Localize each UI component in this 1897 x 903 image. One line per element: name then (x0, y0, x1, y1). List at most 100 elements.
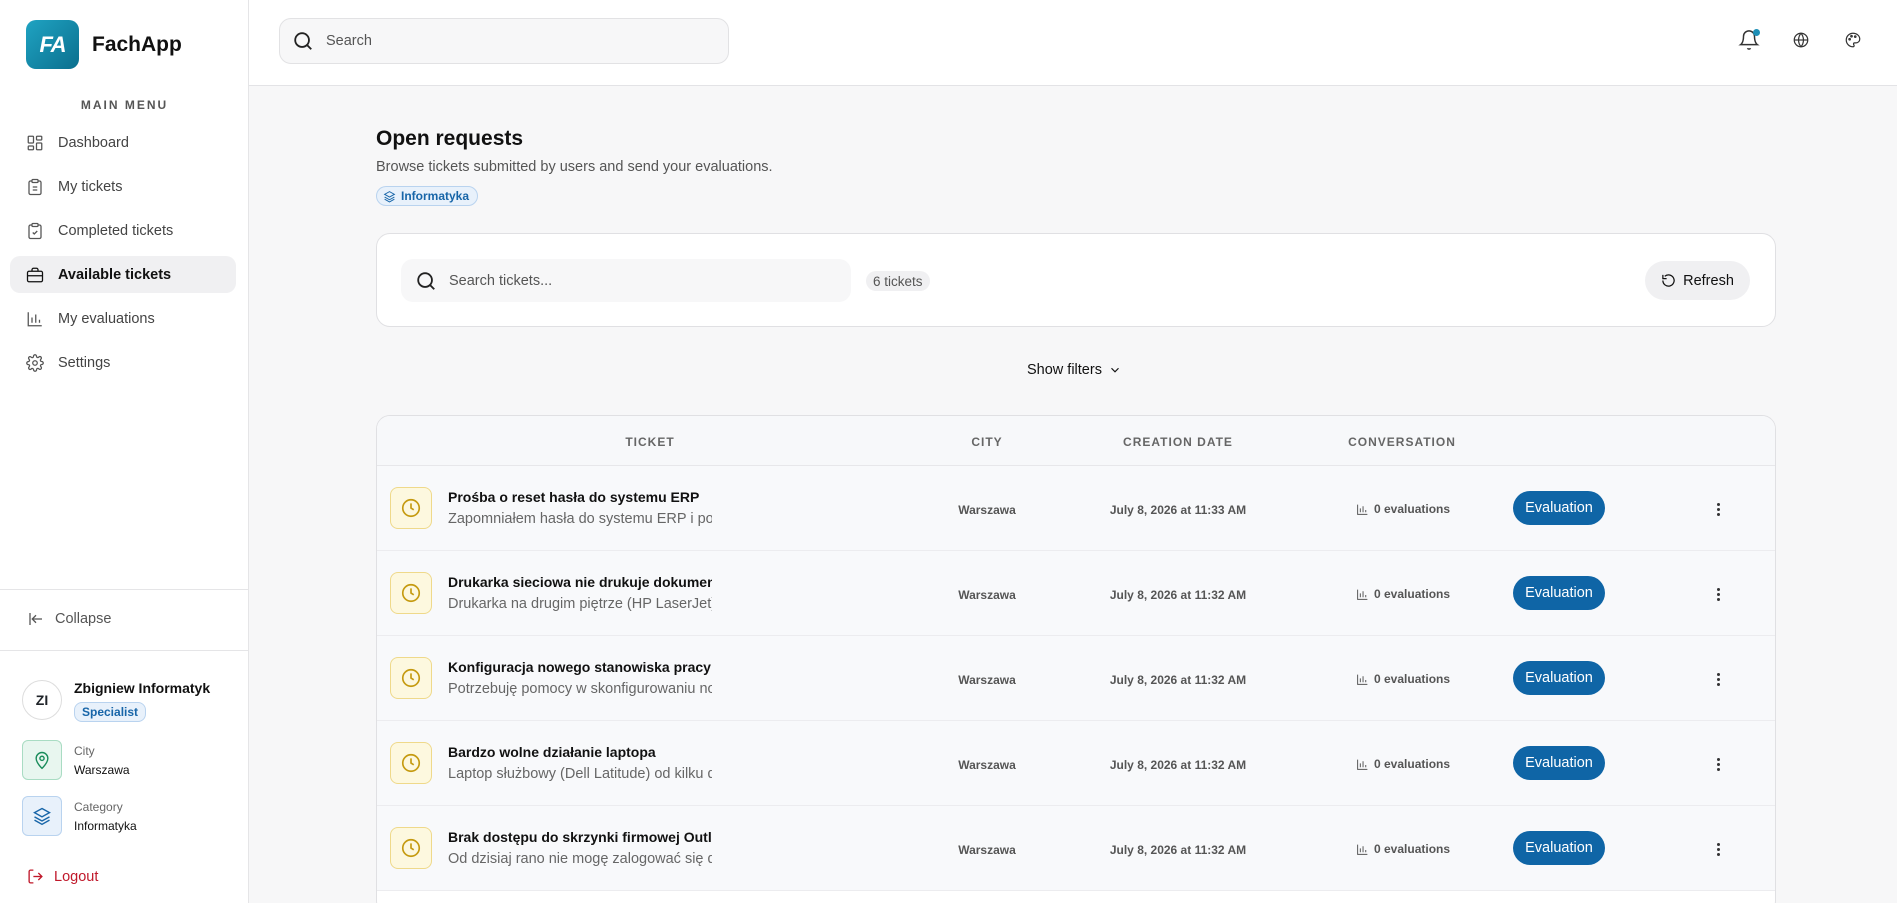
ticket-date: July 8, 2026 at 11:32 AM (1109, 673, 1247, 687)
clock-icon (390, 487, 432, 529)
brand[interactable]: FA FachApp (26, 20, 182, 69)
evaluation-button[interactable]: Evaluation (1513, 746, 1605, 780)
column-header-city[interactable]: CITY (971, 435, 1002, 449)
bar-chart-icon (1357, 844, 1368, 855)
more-options-icon[interactable] (1708, 499, 1728, 519)
page-title: Open requests (376, 127, 524, 150)
ticket-date: July 8, 2026 at 11:33 AM (1109, 503, 1247, 517)
ticket-city: Warszawa (958, 673, 1016, 687)
sidebar-item-completed-tickets[interactable]: Completed tickets (10, 212, 236, 249)
language-button[interactable] (1789, 28, 1813, 52)
collapse-button[interactable]: Collapse (27, 610, 111, 628)
sidebar: FA FachApp MAIN MENU Dashboard My ticket… (0, 0, 249, 903)
ticket-title[interactable]: Prośba o reset hasła do systemu ERP (448, 489, 712, 505)
table-row[interactable]: Konfiguracja nowego stanowiska pracy Pot… (377, 636, 1775, 721)
table-row[interactable]: Bardzo wolne działanie laptopa Laptop sł… (377, 721, 1775, 806)
evaluation-button[interactable]: Evaluation (1513, 576, 1605, 610)
bar-chart-icon (1357, 759, 1368, 770)
search-icon (417, 271, 435, 290)
more-options-icon[interactable] (1708, 669, 1728, 689)
evaluations-label: 0 evaluations (1374, 672, 1451, 686)
theme-button[interactable] (1841, 28, 1865, 52)
ticket-title[interactable]: Konfiguracja nowego stanowiska pracy (448, 659, 712, 675)
logout-button[interactable]: Logout (27, 868, 98, 885)
more-options-icon[interactable] (1708, 754, 1728, 774)
sidebar-item-my-tickets[interactable]: My tickets (10, 168, 236, 205)
more-options-icon[interactable] (1708, 584, 1728, 604)
ticket-description: Zapomniałem hasła do systemu ERP i potrz… (448, 511, 712, 527)
ticket-date: July 8, 2026 at 11:32 AM (1109, 588, 1247, 602)
clock-icon (390, 742, 432, 784)
sidebar-item-label: Completed tickets (58, 222, 174, 239)
notifications-button[interactable] (1737, 28, 1761, 52)
briefcase-icon (26, 267, 44, 282)
evaluation-button[interactable]: Evaluation (1513, 661, 1605, 695)
sidebar-item-label: Dashboard (58, 134, 129, 151)
sidebar-item-label: My evaluations (58, 310, 155, 327)
category-value: Informatyka (74, 818, 137, 833)
ticket-search-input[interactable] (449, 272, 829, 289)
more-options-icon[interactable] (1708, 839, 1728, 859)
map-pin-icon (22, 740, 62, 780)
ticket-title[interactable]: Drukarka sieciowa nie drukuje dokumentów (448, 574, 712, 590)
sidebar-item-my-evaluations[interactable]: My evaluations (10, 300, 236, 337)
ticket-title[interactable]: Bardzo wolne działanie laptopa (448, 744, 712, 760)
main-menu: Dashboard My tickets Completed tickets A… (10, 124, 236, 388)
sidebar-item-settings[interactable]: Settings (10, 344, 236, 381)
column-header-ticket[interactable]: TICKET (625, 435, 674, 449)
layers-icon (22, 796, 62, 836)
layers-icon (383, 190, 396, 202)
evaluation-button[interactable]: Evaluation (1513, 491, 1605, 525)
ticket-description: Od dzisiaj rano nie mogę zalogować się d… (448, 851, 712, 867)
tickets-table: TICKET CITY CREATION DATE CONVERSATION P… (376, 415, 1776, 903)
table-row[interactable]: Brak dostępu do skrzynki firmowej Outloo… (377, 806, 1775, 891)
user-name: Zbigniew Informatyk (74, 680, 211, 696)
category-chip-label: Informatyka (401, 189, 470, 203)
ticket-title[interactable]: Brak dostępu do skrzynki firmowej Outloo… (448, 829, 712, 845)
sidebar-item-available-tickets[interactable]: Available tickets (10, 256, 236, 293)
global-search-input[interactable] (326, 33, 706, 49)
category-label: Category (74, 799, 123, 814)
user-profile: ZI Zbigniew Informatyk Specialist (22, 680, 210, 722)
table-row[interactable]: Drukarka sieciowa nie drukuje dokumentów… (377, 551, 1775, 636)
app-logo: FA (26, 20, 79, 69)
top-bar (249, 0, 1897, 86)
role-badge: Specialist (74, 702, 147, 722)
evaluations-label: 0 evaluations (1374, 757, 1451, 771)
show-filters-label: Show filters (1027, 362, 1102, 378)
table-header: TICKET CITY CREATION DATE CONVERSATION (377, 416, 1775, 466)
show-filters-button[interactable]: Show filters (1027, 362, 1122, 378)
evaluations-label: 0 evaluations (1374, 502, 1451, 516)
clock-icon (390, 657, 432, 699)
sidebar-item-label: Settings (58, 354, 111, 371)
menu-title: MAIN MENU (80, 98, 169, 112)
table-row[interactable]: Prośba o reset hasła do systemu ERP Zapo… (377, 466, 1775, 551)
user-category: Category Informatyka (22, 796, 137, 836)
clipboard-check-icon (28, 222, 42, 239)
column-header-creation-date[interactable]: CREATION DATE (1123, 435, 1233, 449)
evaluation-button[interactable]: Evaluation (1513, 831, 1605, 865)
evaluations-count: 0 evaluations (1356, 502, 1450, 516)
clock-icon (390, 572, 432, 614)
ticket-count-badge: 6 tickets (866, 271, 930, 291)
sidebar-item-label: Available tickets (58, 266, 172, 283)
column-header-conversation[interactable]: CONVERSATION (1348, 435, 1456, 449)
gear-icon (26, 353, 44, 372)
ticket-description: Laptop służbowy (Dell Latitude) od kilku… (448, 766, 712, 782)
ticket-search[interactable] (401, 259, 851, 302)
palette-icon (1845, 32, 1861, 48)
evaluations-count: 0 evaluations (1356, 672, 1450, 686)
city-label: City (74, 743, 95, 758)
sidebar-item-dashboard[interactable]: Dashboard (10, 124, 236, 161)
ticket-city: Warszawa (958, 503, 1016, 517)
app-name: FachApp (92, 32, 182, 56)
page-subtitle: Browse tickets submitted by users and se… (376, 159, 773, 175)
clipboard-icon (28, 178, 42, 195)
bar-chart-icon (27, 311, 42, 326)
sidebar-item-label: My tickets (58, 178, 123, 195)
notification-dot (1753, 29, 1760, 36)
refresh-button[interactable]: Refresh (1645, 261, 1750, 300)
city-value: Warszawa (74, 762, 130, 777)
global-search[interactable] (279, 18, 729, 64)
evaluations-count: 0 evaluations (1356, 757, 1450, 771)
